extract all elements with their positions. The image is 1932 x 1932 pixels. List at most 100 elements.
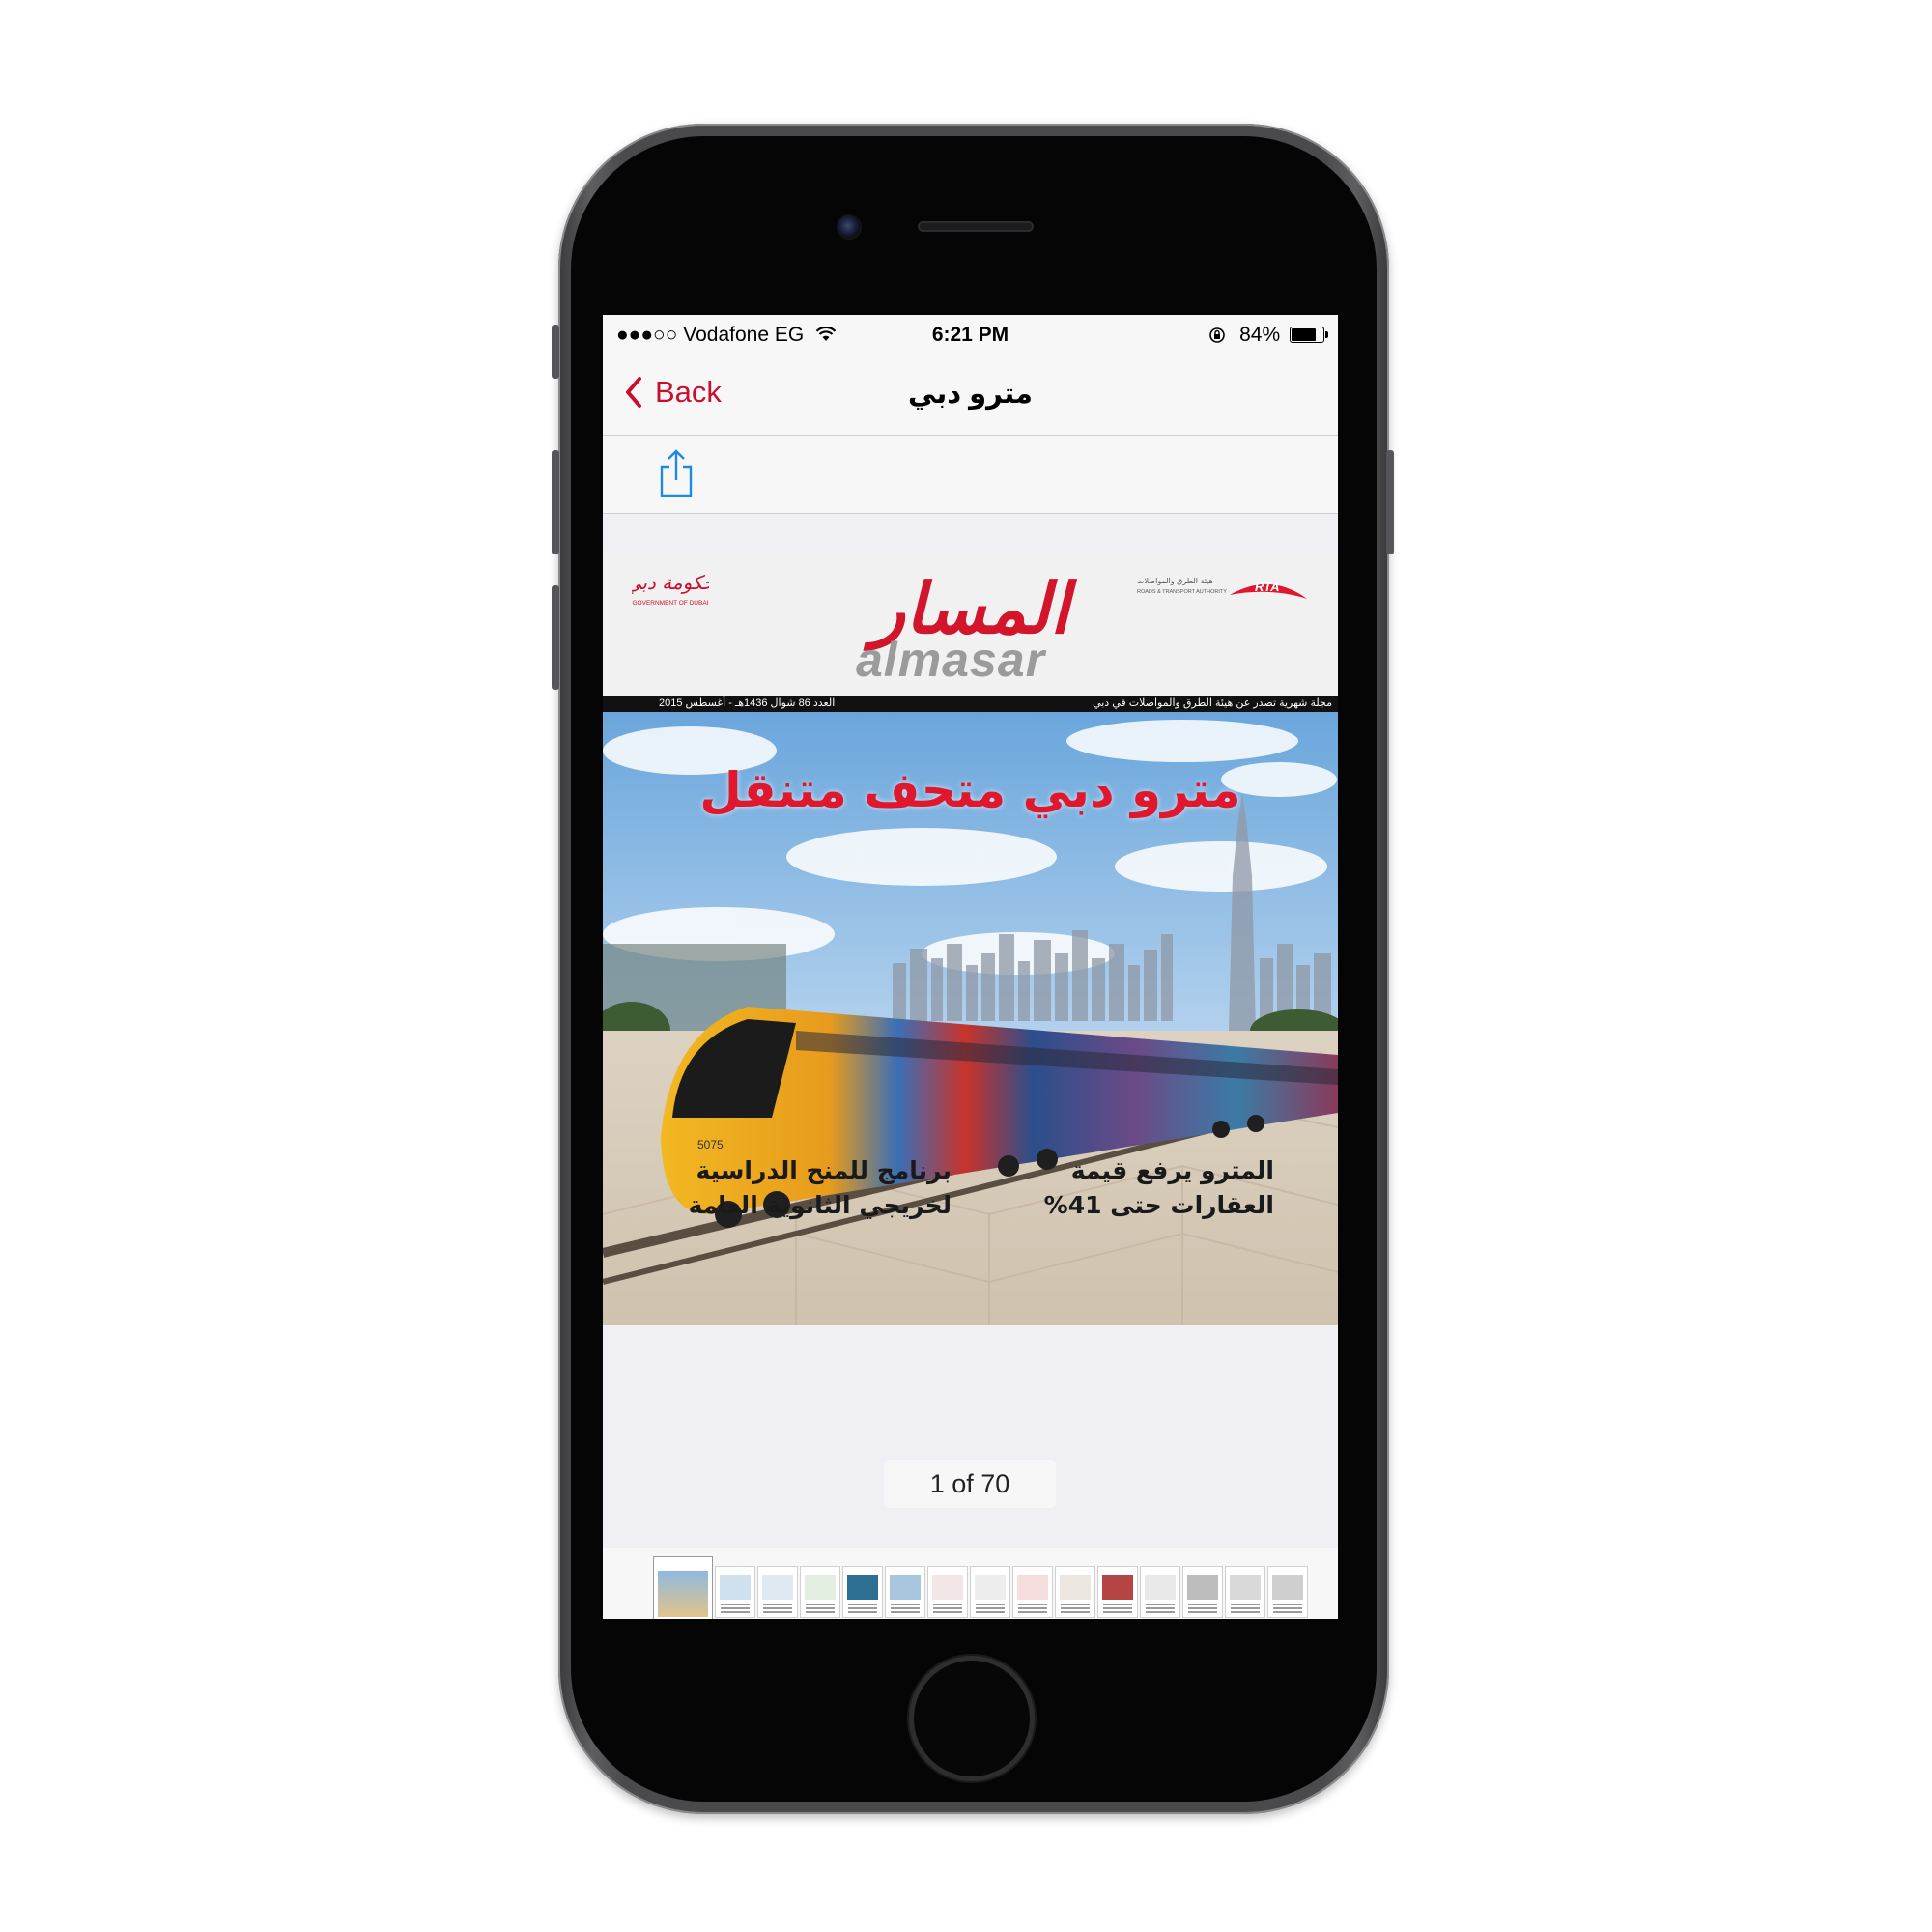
thumbnail-text-line xyxy=(976,1611,1005,1613)
thumbnail-content xyxy=(932,1575,963,1600)
story-right-line2: العقارات حتى 41% xyxy=(1043,1191,1274,1219)
page-thumbnail[interactable] xyxy=(1182,1566,1223,1618)
thumbnail-text-line xyxy=(763,1607,792,1609)
page-thumbnail[interactable] xyxy=(1012,1566,1053,1618)
share-button[interactable] xyxy=(657,447,696,499)
thumbnail-content xyxy=(1060,1575,1091,1600)
thumbnail-strip[interactable] xyxy=(603,1548,1338,1619)
status-right: 84% xyxy=(1208,324,1328,347)
thumbnail-content xyxy=(975,1575,1006,1600)
thumbnail-text-line xyxy=(1273,1607,1302,1609)
page-thumbnail[interactable] xyxy=(757,1566,798,1618)
thumbnail-text-line xyxy=(721,1611,750,1613)
volume-down-button xyxy=(552,585,559,690)
thumbnail-text-line xyxy=(1103,1611,1132,1613)
thumbnail-text-line xyxy=(806,1611,835,1613)
magazine-tagline: مجلة شهرية تصدر عن هيئة الطرق والمواصلات… xyxy=(1093,697,1332,709)
magazine-page[interactable]: حكومة دبي GOVERNMENT OF DUBAI هيئة الطرق… xyxy=(603,553,1338,1325)
thumbnail-content xyxy=(1102,1575,1133,1600)
thumbnail-text-line xyxy=(806,1604,835,1605)
page-thumbnail[interactable] xyxy=(800,1566,840,1618)
page-thumbnail[interactable] xyxy=(927,1566,968,1618)
story-right-line1: المترو يرفع قيمة xyxy=(1070,1156,1274,1184)
earpiece-speaker xyxy=(918,221,1034,232)
thumbnail-text-line xyxy=(763,1611,792,1613)
thumbnail-text-line xyxy=(933,1604,962,1605)
thumbnail-text-line xyxy=(1231,1604,1260,1605)
thumbnail-content xyxy=(890,1575,921,1600)
thumbnail-text-line xyxy=(1188,1604,1217,1605)
magazine-header: حكومة دبي GOVERNMENT OF DUBAI هيئة الطرق… xyxy=(603,553,1338,698)
power-button xyxy=(1386,450,1394,554)
page-thumbnail[interactable] xyxy=(970,1566,1010,1618)
page-thumbnail[interactable] xyxy=(885,1566,925,1618)
battery-tip xyxy=(1325,331,1328,338)
thumbnail-text-line xyxy=(1061,1611,1090,1613)
thumbnail-content xyxy=(1272,1575,1303,1600)
front-camera xyxy=(837,214,862,240)
page-thumbnail[interactable] xyxy=(842,1566,883,1618)
thumbnail-content xyxy=(847,1575,878,1600)
thumbnail-content xyxy=(805,1575,836,1600)
page-thumbnail[interactable] xyxy=(1225,1566,1265,1618)
masthead-english: almasar xyxy=(856,633,1046,687)
orientation-lock-icon xyxy=(1208,324,1239,346)
thumbnail-text-line xyxy=(1103,1604,1132,1605)
thumbnail-text-line xyxy=(848,1607,877,1609)
thumbnail-text-line xyxy=(1188,1607,1217,1609)
thumbnail-text-line xyxy=(891,1604,920,1605)
story-left-line2: لخريجي الثانوية العامة xyxy=(688,1191,952,1219)
svg-text:5075: 5075 xyxy=(697,1138,724,1151)
thumbnail-text-line xyxy=(763,1604,792,1605)
thumbnail-text-line xyxy=(1146,1607,1175,1609)
volume-up-button xyxy=(552,450,559,554)
silent-switch xyxy=(552,325,559,379)
thumbnail-text-line xyxy=(933,1611,962,1613)
page-thumbnail[interactable] xyxy=(653,1556,713,1619)
page-indicator: 1 of 70 xyxy=(884,1460,1056,1508)
cover-headline: مترو دبي متحف متنقل xyxy=(699,762,1241,818)
screen: ●●●○○ Vodafone EG 6:21 PM 84% Back مترو … xyxy=(603,315,1338,1619)
page-thumbnail[interactable] xyxy=(715,1566,755,1618)
cover-image: 5075 مترو دبي متحف متنقل xyxy=(603,712,1338,1325)
battery-level xyxy=(1292,328,1316,341)
page-thumbnail[interactable] xyxy=(1097,1566,1138,1618)
story-property-value: المترو يرفع قيمة العقارات حتى 41% xyxy=(1004,1153,1274,1223)
thumbnail-content xyxy=(1187,1575,1218,1600)
thumbnail-text-line xyxy=(806,1607,835,1609)
thumbnail-text-line xyxy=(1231,1607,1260,1609)
thumbnail-text-line xyxy=(1018,1611,1047,1613)
thumbnail-text-line xyxy=(848,1611,877,1613)
share-icon xyxy=(660,449,693,497)
thumbnail-content xyxy=(720,1575,751,1600)
thumbnail-content xyxy=(658,1571,708,1617)
thumbnail-text-line xyxy=(1231,1611,1260,1613)
thumbnail-text-line xyxy=(976,1607,1005,1609)
issue-info-strip: العدد 86 شوال 1436هـ - أغسطس 2015 مجلة ش… xyxy=(603,696,1338,712)
thumbnail-content xyxy=(1230,1575,1261,1600)
thumbnail-text-line xyxy=(1061,1604,1090,1605)
thumbnail-text-line xyxy=(1273,1604,1302,1605)
thumbnail-text-line xyxy=(1018,1607,1047,1609)
thumbnail-text-line xyxy=(1061,1607,1090,1609)
thumbnail-text-line xyxy=(721,1607,750,1609)
thumbnail-text-line xyxy=(1146,1604,1175,1605)
thumbnail-text-line xyxy=(1188,1611,1217,1613)
page-thumbnail[interactable] xyxy=(1055,1566,1095,1618)
page-thumbnail[interactable] xyxy=(1140,1566,1180,1618)
story-scholarships: برنامج للمنح الدراسية لخريجي الثانوية ال… xyxy=(642,1153,952,1223)
battery-percent: 84% xyxy=(1239,324,1281,346)
page-thumbnail[interactable] xyxy=(1267,1566,1308,1618)
thumbnail-content xyxy=(1145,1575,1176,1600)
thumbnail-text-line xyxy=(933,1607,962,1609)
issue-date: العدد 86 شوال 1436هـ - أغسطس 2015 xyxy=(659,697,836,709)
thumbnail-content xyxy=(1017,1575,1048,1600)
thumbnail-text-line xyxy=(891,1607,920,1609)
thumbnail-content xyxy=(762,1575,793,1600)
navigation-bar: Back مترو دبي xyxy=(603,357,1338,436)
thumbnail-text-line xyxy=(848,1604,877,1605)
thumbnail-text-line xyxy=(1018,1604,1047,1605)
home-button[interactable] xyxy=(914,1661,1030,1776)
story-left-line1: برنامج للمنح الدراسية xyxy=(696,1156,952,1184)
nav-title: مترو دبي xyxy=(907,379,1034,410)
